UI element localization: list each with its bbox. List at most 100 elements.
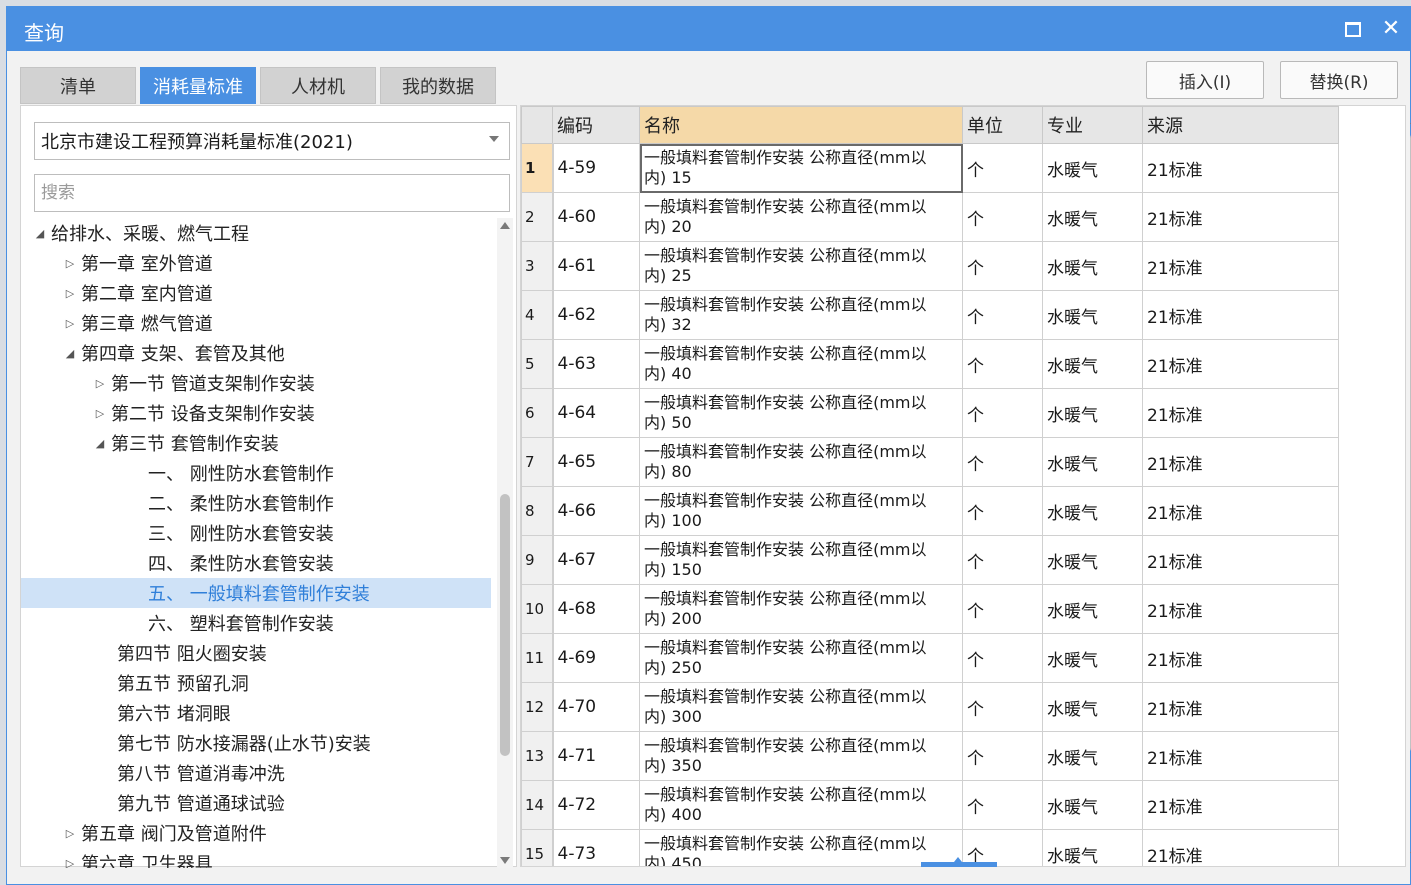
cell-name[interactable]: 一般填料套管制作安装 公称直径(mm以 内) 20 bbox=[639, 192, 963, 242]
cell-major[interactable]: 水暖气 bbox=[1042, 535, 1143, 585]
table-row[interactable]: 6 4-64 一般填料套管制作安装 公称直径(mm以 内) 50 个水暖气 21标准 bbox=[521, 388, 1339, 438]
table-row[interactable]: 3 4-61 一般填料套管制作安装 公称直径(mm以 内) 25 个水暖气 21标准 bbox=[521, 241, 1339, 291]
table-row[interactable]: 9 4-67 一般填料套管制作安装 公称直径(mm以 内) 150 个水暖气 21标准 bbox=[521, 535, 1339, 585]
row-number[interactable]: 14 bbox=[521, 780, 553, 830]
collapsed-icon[interactable]: ▷ bbox=[89, 377, 111, 390]
cell-source[interactable]: 21标准 bbox=[1142, 143, 1339, 193]
cell-name[interactable]: 一般填料套管制作安装 公称直径(mm以 内) 50 bbox=[639, 388, 963, 438]
expanded-icon[interactable]: ◢ bbox=[59, 347, 81, 360]
cell-major[interactable]: 水暖气 bbox=[1042, 780, 1143, 830]
cell-code[interactable]: 4-68 bbox=[551, 584, 640, 634]
collapsed-icon[interactable]: ▷ bbox=[59, 287, 81, 300]
cell-source[interactable]: 21标准 bbox=[1142, 192, 1339, 242]
cell-source[interactable]: 21标准 bbox=[1142, 437, 1339, 487]
row-number[interactable]: 11 bbox=[521, 633, 553, 683]
cell-major[interactable]: 水暖气 bbox=[1042, 437, 1143, 487]
cell-code[interactable]: 4-72 bbox=[551, 780, 640, 830]
maximize-button[interactable] bbox=[1337, 13, 1369, 45]
cell-code[interactable]: 4-66 bbox=[551, 486, 640, 536]
cell-source[interactable]: 21标准 bbox=[1142, 584, 1339, 634]
cell-name[interactable]: 一般填料套管制作安装 公称直径(mm以 内) 40 bbox=[639, 339, 963, 389]
cell-major[interactable]: 水暖气 bbox=[1042, 388, 1143, 438]
cell-major[interactable]: 水暖气 bbox=[1042, 241, 1143, 291]
collapsed-icon[interactable]: ▷ bbox=[59, 857, 81, 869]
library-select[interactable]: 北京市建设工程预算消耗量标准(2021) bbox=[34, 122, 510, 160]
cell-code[interactable]: 4-73 bbox=[551, 829, 640, 866]
insert-button[interactable]: 插入(I) bbox=[1146, 61, 1264, 99]
cell-name[interactable]: 一般填料套管制作安装 公称直径(mm以 内) 250 bbox=[639, 633, 963, 683]
table-row[interactable]: 13 4-71 一般填料套管制作安装 公称直径(mm以 内) 350 个水暖气 21标准 bbox=[521, 731, 1339, 781]
table-row[interactable]: 5 4-63 一般填料套管制作安装 公称直径(mm以 内) 40 个水暖气 21标准 bbox=[521, 339, 1339, 389]
expanded-icon[interactable]: ◢ bbox=[89, 437, 111, 450]
cell-source[interactable]: 21标准 bbox=[1142, 486, 1339, 536]
cell-major[interactable]: 水暖气 bbox=[1042, 339, 1143, 389]
cell-code[interactable]: 4-71 bbox=[551, 731, 640, 781]
tree-scrollbar[interactable] bbox=[497, 218, 513, 868]
search-input[interactable] bbox=[34, 174, 510, 212]
cell-major[interactable]: 水暖气 bbox=[1042, 731, 1143, 781]
cell-unit[interactable]: 个 bbox=[962, 584, 1043, 634]
cell-name[interactable]: 一般填料套管制作安装 公称直径(mm以 内) 100 bbox=[639, 486, 963, 536]
cell-name[interactable]: 一般填料套管制作安装 公称直径(mm以 内) 25 bbox=[639, 241, 963, 291]
row-number[interactable]: 3 bbox=[521, 241, 553, 291]
table-row[interactable]: 4 4-62 一般填料套管制作安装 公称直径(mm以 内) 32 个水暖气 21标准 bbox=[521, 290, 1339, 340]
tree-node[interactable]: ▷ 第六章 卫生器具 bbox=[21, 848, 491, 868]
expanded-icon[interactable]: ◢ bbox=[29, 227, 51, 240]
column-header-major[interactable]: 专业 bbox=[1042, 106, 1143, 144]
tree-node[interactable]: 第六节 堵洞眼 bbox=[21, 698, 491, 728]
cell-major[interactable]: 水暖气 bbox=[1042, 633, 1143, 683]
cell-source[interactable]: 21标准 bbox=[1142, 633, 1339, 683]
cell-unit[interactable]: 个 bbox=[962, 780, 1043, 830]
column-header-code[interactable]: 编码 bbox=[552, 106, 640, 144]
collapsed-icon[interactable]: ▷ bbox=[59, 317, 81, 330]
cell-name[interactable]: 一般填料套管制作安装 公称直径(mm以 内) 200 bbox=[639, 584, 963, 634]
cell-source[interactable]: 21标准 bbox=[1142, 535, 1339, 585]
cell-source[interactable]: 21标准 bbox=[1142, 290, 1339, 340]
tree-scroll-thumb[interactable] bbox=[500, 494, 510, 756]
cell-unit[interactable]: 个 bbox=[962, 437, 1043, 487]
cell-major[interactable]: 水暖气 bbox=[1042, 290, 1143, 340]
collapsed-icon[interactable]: ▷ bbox=[89, 407, 111, 420]
cell-code[interactable]: 4-63 bbox=[551, 339, 640, 389]
tab-labor-material-machine[interactable]: 人材机 bbox=[260, 67, 376, 104]
cell-unit[interactable]: 个 bbox=[962, 682, 1043, 732]
grid-scrollbar[interactable] bbox=[1407, 113, 1411, 869]
cell-major[interactable]: 水暖气 bbox=[1042, 486, 1143, 536]
tree-node[interactable]: 三、 刚性防水套管安装 bbox=[21, 518, 491, 548]
cell-unit[interactable]: 个 bbox=[962, 241, 1043, 291]
cell-unit[interactable]: 个 bbox=[962, 633, 1043, 683]
column-header-unit[interactable]: 单位 bbox=[962, 106, 1043, 144]
row-number[interactable]: 6 bbox=[521, 388, 553, 438]
row-number[interactable]: 2 bbox=[521, 192, 553, 242]
table-row[interactable]: 7 4-65 一般填料套管制作安装 公称直径(mm以 内) 80 个水暖气 21标准 bbox=[521, 437, 1339, 487]
tree-node[interactable]: 二、 柔性防水套管制作 bbox=[21, 488, 491, 518]
cell-code[interactable]: 4-67 bbox=[551, 535, 640, 585]
cell-code[interactable]: 4-65 bbox=[551, 437, 640, 487]
cell-source[interactable]: 21标准 bbox=[1142, 829, 1339, 866]
cell-name[interactable]: 一般填料套管制作安装 公称直径(mm以 内) 450 bbox=[639, 829, 963, 866]
cell-major[interactable]: 水暖气 bbox=[1042, 192, 1143, 242]
cell-source[interactable]: 21标准 bbox=[1142, 780, 1339, 830]
tree-node[interactable]: ▷ 第三章 燃气管道 bbox=[21, 308, 491, 338]
tree-node[interactable]: ◢ 第三节 套管制作安装 bbox=[21, 428, 491, 458]
tab-bill[interactable]: 清单 bbox=[20, 67, 136, 104]
tree-node[interactable]: ▷ 第一章 室外管道 bbox=[21, 248, 491, 278]
collapsed-icon[interactable]: ▷ bbox=[59, 827, 81, 840]
cell-major[interactable]: 水暖气 bbox=[1042, 584, 1143, 634]
cell-source[interactable]: 21标准 bbox=[1142, 388, 1339, 438]
tree-node[interactable]: 五、 一般填料套管制作安装 bbox=[21, 578, 491, 608]
cell-code[interactable]: 4-69 bbox=[551, 633, 640, 683]
cell-unit[interactable]: 个 bbox=[962, 731, 1043, 781]
table-row[interactable]: 8 4-66 一般填料套管制作安装 公称直径(mm以 内) 100 个水暖气 21标准 bbox=[521, 486, 1339, 536]
cell-name[interactable]: 一般填料套管制作安装 公称直径(mm以 内) 150 bbox=[639, 535, 963, 585]
table-row[interactable]: 14 4-72 一般填料套管制作安装 公称直径(mm以 内) 400 个水暖气 21标准 bbox=[521, 780, 1339, 830]
row-number[interactable]: 10 bbox=[521, 584, 553, 634]
tab-my-data[interactable]: 我的数据 bbox=[380, 67, 496, 104]
cell-code[interactable]: 4-60 bbox=[551, 192, 640, 242]
tree-node[interactable]: 四、 柔性防水套管安装 bbox=[21, 548, 491, 578]
replace-button[interactable]: 替换(R) bbox=[1280, 61, 1398, 99]
row-number[interactable]: 15 bbox=[521, 829, 553, 866]
panel-splitter-handle[interactable] bbox=[921, 862, 997, 867]
cell-unit[interactable]: 个 bbox=[962, 339, 1043, 389]
row-number[interactable]: 4 bbox=[521, 290, 553, 340]
